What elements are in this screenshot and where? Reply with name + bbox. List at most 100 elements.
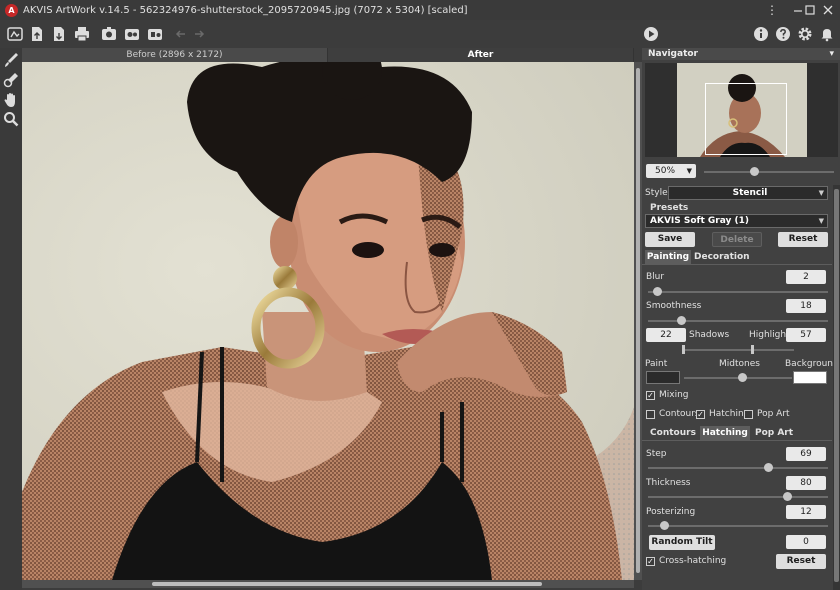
tab-before[interactable]: Before (2896 x 2172) (22, 48, 328, 62)
help-icon[interactable] (774, 25, 792, 43)
blur-slider-knob[interactable] (653, 287, 662, 296)
zoom-value: 50% (655, 166, 676, 176)
style-label: Style: (645, 188, 671, 198)
preset-value: AKVIS Soft Gray (1) (650, 216, 749, 226)
view-tabs: Before (2896 x 2172) After (22, 48, 634, 62)
plugin-icon[interactable] (123, 25, 141, 43)
close-icon[interactable] (818, 0, 838, 20)
step-slider-knob[interactable] (764, 463, 773, 472)
navigator-header: Navigator ▾ (642, 48, 840, 60)
popart-checkbox[interactable] (744, 410, 753, 419)
posterizing-label: Posterizing (646, 507, 696, 517)
open-icon[interactable] (28, 25, 46, 43)
thickness-input[interactable]: 80 (786, 476, 826, 490)
highlights-handle[interactable] (751, 345, 754, 354)
thickness-slider-knob[interactable] (783, 492, 792, 501)
run-icon[interactable] (642, 25, 660, 43)
print-icon[interactable] (73, 25, 91, 43)
reset-preset-button[interactable]: Reset (778, 232, 828, 247)
paint-color-swatch[interactable] (646, 371, 680, 384)
shadows-label: Shadows (689, 330, 730, 340)
navigator-view-frame[interactable] (705, 83, 787, 155)
title-bar: A AKVIS ArtWork v.14.5 - 562324976-shutt… (0, 0, 840, 20)
navigator-title: Navigator (648, 49, 698, 59)
vertical-scroll-thumb[interactable] (636, 68, 640, 573)
chevron-down-icon: ▼ (818, 217, 824, 225)
subtab-popart[interactable]: Pop Art (753, 426, 795, 440)
mixing-label: Mixing (659, 390, 689, 400)
maximize-icon[interactable] (800, 0, 820, 20)
info-icon[interactable] (752, 25, 770, 43)
window-title: AKVIS ArtWork v.14.5 - 562324976-shutter… (23, 4, 468, 16)
subtab-contours[interactable]: Contours (647, 426, 699, 440)
popart-check-label: Pop Art (757, 409, 790, 419)
settings-scrollbar[interactable] (833, 185, 840, 590)
random-tilt-input[interactable]: 0 (786, 535, 826, 549)
background-color-swatch[interactable] (793, 371, 827, 384)
image-canvas[interactable] (22, 62, 634, 580)
step-label: Step (646, 449, 667, 459)
zoom-dropdown[interactable]: 50% ▼ (646, 164, 696, 178)
smoothness-slider-knob[interactable] (677, 316, 686, 325)
more-options-icon[interactable]: ⋮ (760, 0, 784, 20)
redo-icon[interactable] (190, 25, 208, 43)
crosshatching-checkbox[interactable]: ✓ (646, 557, 655, 566)
tool-strip (0, 48, 22, 590)
app-logo-icon: A (5, 3, 18, 17)
mixing-checkbox[interactable]: ✓ (646, 391, 655, 400)
preset-dropdown[interactable]: AKVIS Soft Gray (1) ▼ (645, 214, 828, 228)
tab-painting[interactable]: Painting (645, 250, 691, 264)
shadows-handle[interactable] (682, 345, 685, 354)
tab-decoration[interactable]: Decoration (694, 250, 750, 264)
shadows-highlights-slider[interactable] (682, 349, 794, 351)
navigator-preview[interactable] (645, 63, 838, 157)
save-preset-button[interactable]: Save (645, 232, 695, 247)
smoothness-label: Smoothness (646, 301, 702, 311)
zoom-slider[interactable] (704, 171, 834, 173)
midtones-slider-knob[interactable] (738, 373, 747, 382)
random-tilt-button[interactable]: Random Tilt (649, 535, 715, 550)
midtones-label: Midtones (719, 359, 760, 369)
shadows-input[interactable]: 22 (646, 328, 686, 342)
subtab-hatching[interactable]: Hatching (700, 426, 750, 440)
thickness-label: Thickness (646, 478, 691, 488)
notifications-icon[interactable] (818, 25, 836, 43)
eraser-brush-icon[interactable] (3, 72, 19, 88)
contours-checkbox[interactable] (646, 410, 655, 419)
style-dropdown[interactable]: Stencil ▼ (668, 186, 828, 200)
tab-after[interactable]: After (328, 48, 634, 62)
plugin-alt-icon[interactable] (146, 25, 164, 43)
highlights-input[interactable]: 57 (786, 328, 826, 342)
delete-preset-button[interactable]: Delete (712, 232, 762, 247)
step-input[interactable]: 69 (786, 447, 826, 461)
settings-icon[interactable] (796, 25, 814, 43)
zoom-icon[interactable] (3, 111, 19, 127)
horizontal-scrollbar[interactable] (22, 580, 634, 588)
chevron-down-icon: ▼ (686, 167, 692, 175)
collapse-arrow-icon[interactable]: ▾ (829, 48, 834, 60)
vertical-scrollbar[interactable] (634, 62, 642, 580)
blur-input[interactable]: 2 (786, 270, 826, 284)
blur-slider[interactable] (648, 291, 828, 293)
brush-icon[interactable] (3, 52, 19, 68)
background-label: Background (785, 359, 839, 369)
tab-divider (642, 264, 832, 265)
right-panel: Navigator ▾ 50% ▼ Style: Stencil ▼ Presets… (642, 48, 840, 590)
posterizing-input[interactable]: 12 (786, 505, 826, 519)
thickness-slider[interactable] (648, 496, 828, 498)
batch-icon[interactable] (100, 25, 118, 43)
settings-scroll-thumb[interactable] (834, 189, 839, 582)
hand-icon[interactable] (3, 92, 19, 108)
posterizing-slider-knob[interactable] (660, 521, 669, 530)
workspace-icon[interactable] (6, 25, 24, 43)
smoothness-slider[interactable] (648, 320, 828, 322)
hatching-checkbox[interactable]: ✓ (696, 410, 705, 419)
posterizing-slider[interactable] (648, 525, 828, 527)
reset-hatching-button[interactable]: Reset (776, 554, 826, 569)
step-slider[interactable] (648, 467, 828, 469)
zoom-slider-knob[interactable] (750, 167, 759, 176)
save-icon[interactable] (50, 25, 68, 43)
undo-icon[interactable] (172, 25, 190, 43)
horizontal-scroll-thumb[interactable] (152, 582, 542, 586)
smoothness-input[interactable]: 18 (786, 299, 826, 313)
